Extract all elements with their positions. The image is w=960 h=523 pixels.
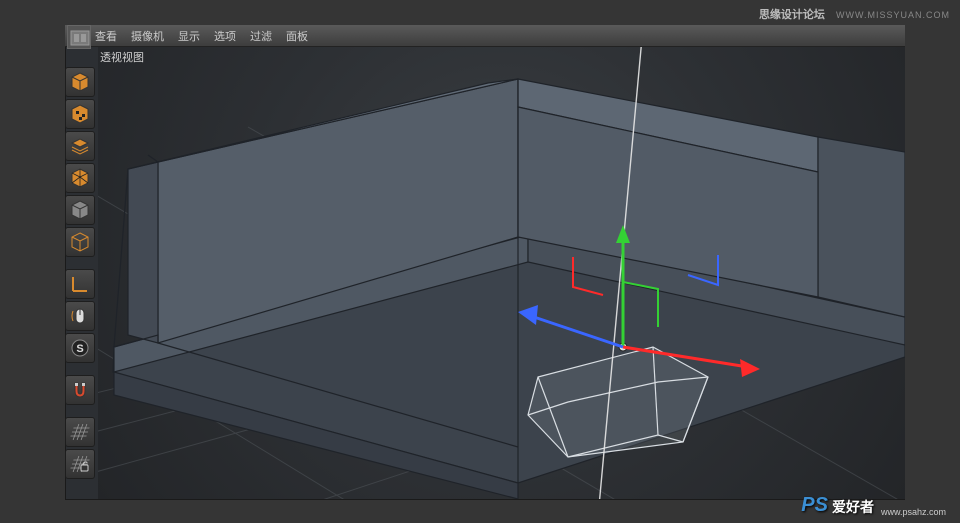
menu-filter[interactable]: 过滤 bbox=[250, 28, 272, 44]
magnet-icon[interactable] bbox=[65, 375, 95, 405]
s-circle-icon[interactable]: S bbox=[65, 333, 95, 363]
viewport-label: 透视视图 bbox=[100, 49, 144, 65]
cube-gray-icon[interactable] bbox=[65, 195, 95, 225]
menu-panel[interactable]: 面板 bbox=[286, 28, 308, 44]
cube-wire-alt-icon[interactable] bbox=[65, 163, 95, 193]
axis-icon[interactable] bbox=[65, 269, 95, 299]
viewport-menubar: 查看 摄像机 显示 选项 过滤 面板 bbox=[65, 25, 905, 47]
svg-text:S: S bbox=[76, 343, 83, 355]
left-toolbar: S bbox=[65, 67, 99, 479]
menu-options[interactable]: 选项 bbox=[214, 28, 236, 44]
mouse-icon[interactable] bbox=[65, 301, 95, 331]
grid-icon[interactable] bbox=[65, 417, 95, 447]
cube-wire-icon[interactable] bbox=[65, 227, 95, 257]
menu-camera[interactable]: 摄像机 bbox=[131, 28, 164, 44]
watermark-bottom-right: PS 爱好者 www.psahz.com bbox=[801, 494, 946, 517]
app-logo-icon bbox=[67, 25, 91, 49]
watermark-top-right: 思缘设计论坛 WWW.MISSYUAN.COM bbox=[759, 6, 950, 22]
menu-view[interactable]: 查看 bbox=[95, 28, 117, 44]
layers-icon[interactable] bbox=[65, 131, 95, 161]
cube-checker-icon[interactable] bbox=[65, 99, 95, 129]
menu-display[interactable]: 显示 bbox=[178, 28, 200, 44]
grid-lock-icon[interactable] bbox=[65, 449, 95, 479]
cube-solid-icon[interactable] bbox=[65, 67, 95, 97]
3d-viewport[interactable] bbox=[98, 47, 905, 499]
